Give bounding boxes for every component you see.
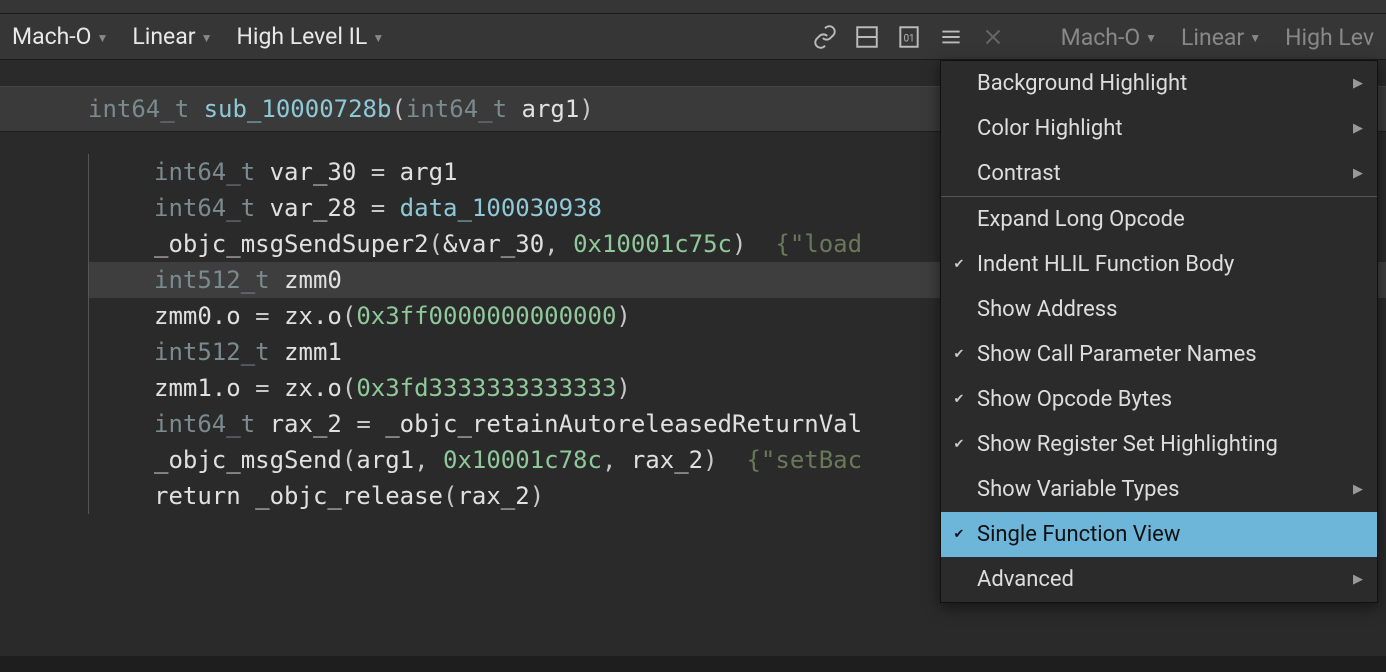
menu-item-label: Indent HLIL Function Body [977,252,1234,277]
caret-down-icon: ▼ [96,31,108,45]
caret-down-icon: ▼ [1249,31,1261,45]
toolbar-right-pane: Mach-O ▼ Linear ▼ High Lev [1049,14,1386,60]
menu-item[interactable]: Show Variable Types ▶ [941,467,1377,512]
submenu-arrow-icon: ▶ [1353,121,1363,136]
check-icon: ✔ [951,257,967,272]
il-label-right: High Lev [1285,24,1374,51]
menu-item[interactable]: ✔ Show Call Parameter Names [941,332,1377,377]
menu-item-label: Contrast [977,161,1061,186]
menu-item[interactable]: Show Address [941,287,1377,332]
il-dropdown-right[interactable]: High Lev [1285,24,1374,51]
view-label-right: Linear [1181,24,1244,51]
view-label: Linear [132,23,195,50]
menu-item-label: Background Highlight [977,71,1187,96]
indent-guide [88,154,89,514]
caret-down-icon: ▼ [201,31,213,45]
menu-item[interactable]: Contrast ▶ [941,151,1377,196]
svg-text:01: 01 [904,33,915,44]
menu-item-label: Show Address [977,297,1118,322]
hamburger-icon[interactable] [938,24,964,50]
arg-type: int64_t [406,95,507,123]
menu-item-label: Expand Long Opcode [977,207,1185,232]
submenu-arrow-icon: ▶ [1353,76,1363,91]
menu-item-label: Show Register Set Highlighting [977,432,1278,457]
format-label-right: Mach-O [1061,24,1140,51]
menu-item[interactable]: Expand Long Opcode [941,197,1377,242]
hex-icon[interactable]: 01 [896,24,922,50]
menu-item[interactable]: ✔ Show Register Set Highlighting [941,422,1377,467]
tab-bar [0,0,1386,14]
menu-item[interactable]: Background Highlight ▶ [941,61,1377,106]
menu-item[interactable]: ✔ Single Function View [941,512,1377,557]
menu-item-label: Show Variable Types [977,477,1180,502]
view-dropdown[interactable]: Linear ▼ [132,23,212,50]
toolbar-icon-group: 01 [812,24,1006,50]
return-type: int64_t [88,95,189,123]
menu-item-label: Advanced [977,567,1074,592]
menu-item[interactable]: ✔ Show Opcode Bytes [941,377,1377,422]
check-icon: ✔ [951,527,967,542]
context-menu: Background Highlight▶Color Highlight▶Con… [940,60,1378,603]
format-dropdown-right[interactable]: Mach-O ▼ [1061,24,1157,51]
close-icon[interactable] [980,24,1006,50]
format-label: Mach-O [12,23,91,50]
function-name: sub_10000728b [204,95,392,123]
menu-item-label: Color Highlight [977,116,1123,141]
caret-down-icon: ▼ [1145,31,1157,45]
format-dropdown[interactable]: Mach-O ▼ [12,23,108,50]
caret-down-icon: ▼ [372,31,384,45]
check-icon: ✔ [951,437,967,452]
il-dropdown[interactable]: High Level IL ▼ [236,23,384,50]
arg-name: arg1 [522,95,580,123]
submenu-arrow-icon: ▶ [1353,572,1363,587]
check-icon: ✔ [951,392,967,407]
link-icon[interactable] [812,24,838,50]
bottom-strip [0,656,1386,672]
menu-item-label: Show Opcode Bytes [977,387,1172,412]
menu-item[interactable]: Color Highlight ▶ [941,106,1377,151]
menu-item[interactable]: ✔ Indent HLIL Function Body [941,242,1377,287]
split-icon[interactable] [854,24,880,50]
submenu-arrow-icon: ▶ [1353,482,1363,497]
menu-item-label: Single Function View [977,522,1180,547]
view-dropdown-right[interactable]: Linear ▼ [1181,24,1261,51]
menu-item[interactable]: Advanced ▶ [941,557,1377,602]
menu-item-label: Show Call Parameter Names [977,342,1257,367]
il-label: High Level IL [236,23,367,50]
check-icon: ✔ [951,347,967,362]
submenu-arrow-icon: ▶ [1353,166,1363,181]
